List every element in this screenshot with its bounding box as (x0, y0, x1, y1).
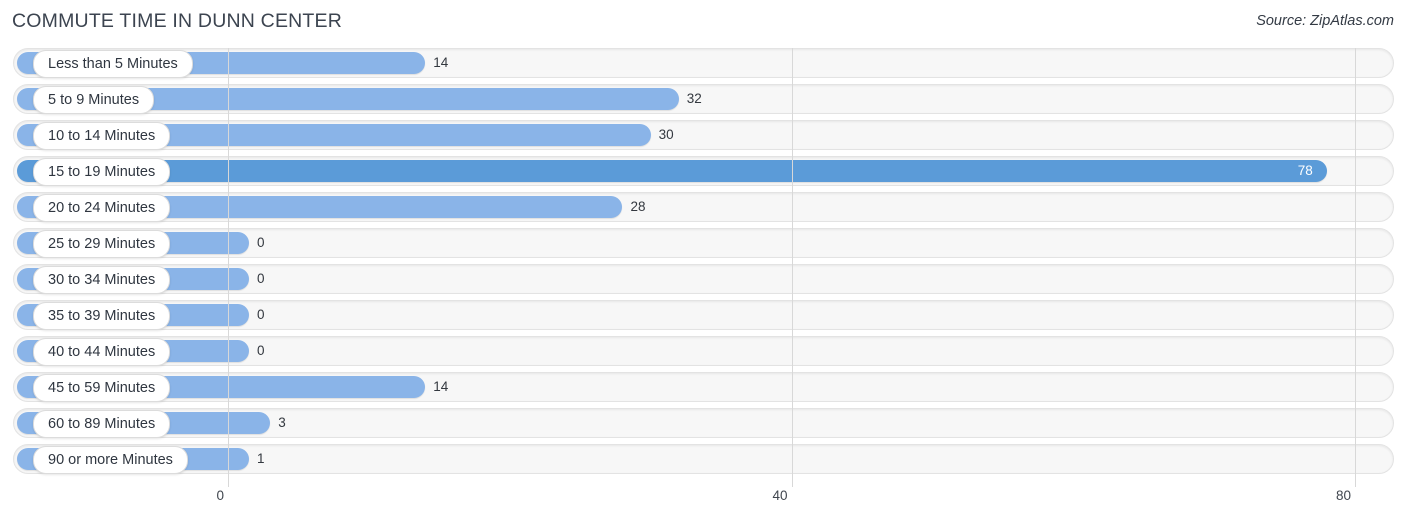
bar-value-label: 1 (257, 451, 265, 466)
bar-value-label: 0 (257, 307, 265, 322)
bar-category-label: Less than 5 Minutes (33, 50, 193, 78)
bar-rows: Less than 5 Minutes 14 5 to 9 Minutes 32 10 … (0, 48, 1406, 480)
bar-category-label: 45 to 59 Minutes (33, 374, 171, 402)
bar-category-label: 30 to 34 Minutes (33, 266, 171, 294)
x-axis: 0 40 80 (0, 488, 1406, 518)
bar-category-label: 5 to 9 Minutes (33, 86, 155, 114)
bar-value-label: 30 (658, 127, 674, 142)
bar-value-label: 0 (257, 235, 265, 250)
bar-row[interactable]: 25 to 29 Minutes 0 (0, 228, 1406, 258)
bar-category-label: 90 or more Minutes (33, 446, 188, 474)
bar-category-label: 60 to 89 Minutes (33, 410, 171, 438)
bar-value-label: 32 (686, 91, 702, 106)
bar-row[interactable]: 15 to 19 Minutes 78 (0, 156, 1406, 186)
bar-value-label: 0 (257, 271, 265, 286)
page-title: COMMUTE TIME IN DUNN CENTER (12, 10, 343, 32)
bar-row[interactable]: 40 to 44 Minutes 0 (0, 336, 1406, 366)
bar-value-label: 14 (433, 379, 449, 394)
bar-category-label: 20 to 24 Minutes (33, 194, 171, 222)
axis-tick-label: 40 (772, 488, 788, 503)
bar-value-label: 78 (1297, 163, 1313, 178)
bar-category-label: 25 to 29 Minutes (33, 230, 171, 258)
bar-value-label: 0 (257, 343, 265, 358)
bar-value-label: 3 (278, 415, 286, 430)
bar-category-label: 15 to 19 Minutes (33, 158, 171, 186)
plot-area: Less than 5 Minutes 14 5 to 9 Minutes 32 10 … (0, 48, 1406, 488)
bar-value-label: 28 (630, 199, 646, 214)
bar-row[interactable]: 20 to 24 Minutes 28 (0, 192, 1406, 222)
source-attribution: Source: ZipAtlas.com (1256, 13, 1394, 29)
bar-category-label: 40 to 44 Minutes (33, 338, 171, 366)
bar-category-label: 35 to 39 Minutes (33, 302, 171, 330)
bar-row[interactable]: 30 to 34 Minutes 0 (0, 264, 1406, 294)
bar-row[interactable]: 5 to 9 Minutes 32 (0, 84, 1406, 114)
axis-tick-label: 80 (1335, 488, 1351, 503)
bar-row[interactable]: 90 or more Minutes 1 (0, 444, 1406, 474)
bar-row[interactable]: Less than 5 Minutes 14 (0, 48, 1406, 78)
bar-value-label: 14 (433, 55, 449, 70)
bar[interactable] (17, 160, 1327, 182)
bar-row[interactable]: 35 to 39 Minutes 0 (0, 300, 1406, 330)
bar-row[interactable]: 60 to 89 Minutes 3 (0, 408, 1406, 438)
axis-tick-label: 0 (216, 488, 224, 503)
bar-row[interactable]: 45 to 59 Minutes 14 (0, 372, 1406, 402)
bar-category-label: 10 to 14 Minutes (33, 122, 171, 150)
chart-container: COMMUTE TIME IN DUNN CENTER Source: ZipA… (0, 0, 1406, 523)
bar-row[interactable]: 10 to 14 Minutes 30 (0, 120, 1406, 150)
